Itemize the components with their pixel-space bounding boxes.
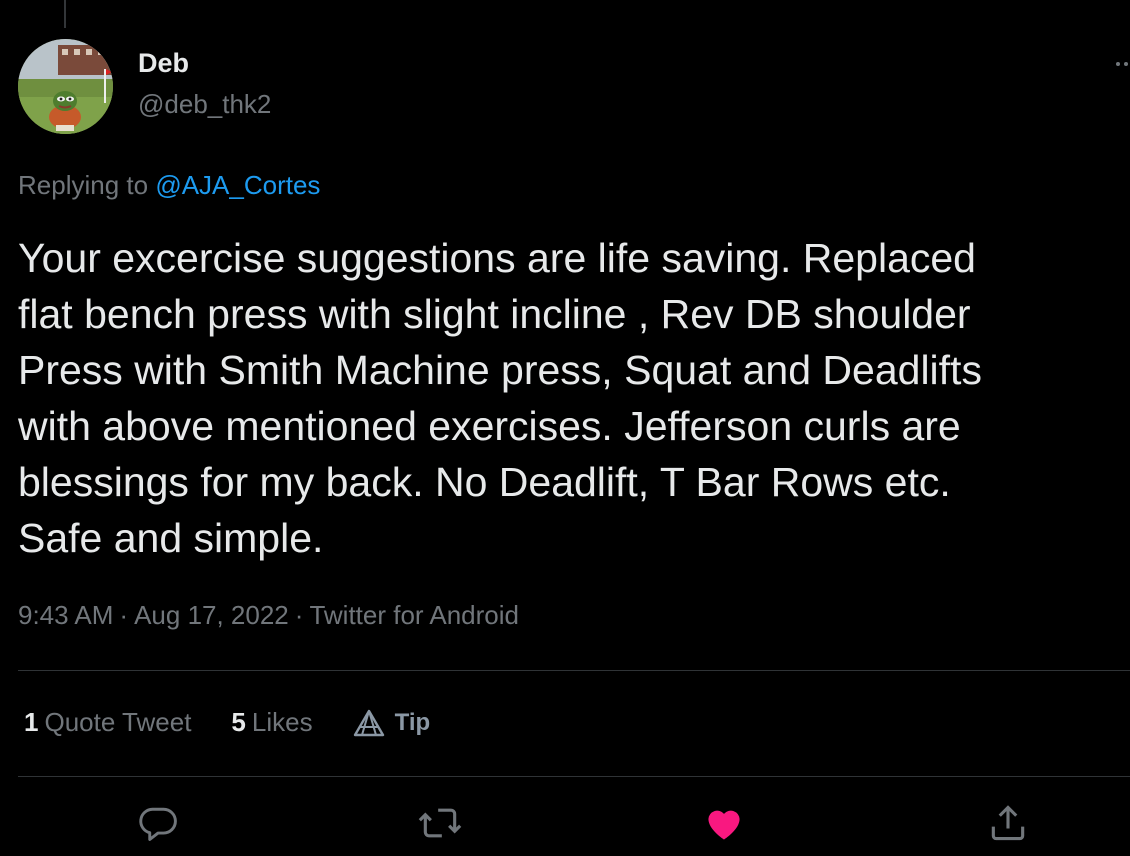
display-name[interactable]: Deb: [138, 48, 189, 79]
avatar[interactable]: [18, 39, 113, 134]
tweet-detail-page: Deb @deb_thk2 Replying to @AJA_Cortes Yo…: [0, 0, 1130, 856]
share-icon: [991, 805, 1025, 841]
replying-to-line: Replying to @AJA_Cortes: [18, 170, 320, 201]
tweet-actions-bar: [0, 798, 1130, 854]
share-button[interactable]: [983, 798, 1033, 848]
more-options-icon[interactable]: [1114, 56, 1130, 72]
meta-separator: ·: [294, 600, 304, 630]
thread-connector-line: [64, 0, 66, 28]
likes-label: Likes: [251, 707, 313, 737]
likes-stat[interactable]: 5 Likes: [231, 707, 312, 738]
replying-to-label: Replying to: [18, 170, 149, 200]
retweet-button[interactable]: [415, 798, 465, 848]
tweet-text: Your excercise suggestions are life savi…: [18, 235, 982, 561]
quote-count: 1: [24, 707, 39, 737]
quote-tweets-stat[interactable]: 1 Quote Tweet: [24, 707, 191, 738]
tweet-stats: 1 Quote Tweet 5 Likes Tip: [24, 707, 430, 738]
likes-count: 5: [231, 707, 246, 737]
tip-label: Tip: [394, 708, 431, 736]
divider: [18, 670, 1130, 671]
like-button[interactable]: [699, 798, 749, 848]
divider: [18, 776, 1130, 777]
like-icon: [708, 810, 740, 840]
tip-button[interactable]: Tip: [353, 708, 431, 737]
reply-button[interactable]: [133, 798, 183, 848]
tweet-date[interactable]: Aug 17, 2022: [134, 600, 289, 630]
tweet-source: Twitter for Android: [309, 600, 519, 630]
quote-label: Quote Tweet: [44, 707, 192, 737]
tweet-time[interactable]: 9:43 AM: [18, 600, 113, 630]
reply-mention-link[interactable]: @AJA_Cortes: [155, 170, 320, 200]
avatar-image: [18, 39, 113, 134]
user-handle[interactable]: @deb_thk2: [138, 89, 271, 120]
reply-icon: [139, 807, 177, 841]
tweet-metadata: 9:43 AM · Aug 17, 2022 · Twitter for Android: [18, 600, 519, 631]
retweet-icon: [418, 808, 462, 838]
tip-icon: [353, 709, 384, 736]
meta-separator: ·: [119, 600, 129, 630]
